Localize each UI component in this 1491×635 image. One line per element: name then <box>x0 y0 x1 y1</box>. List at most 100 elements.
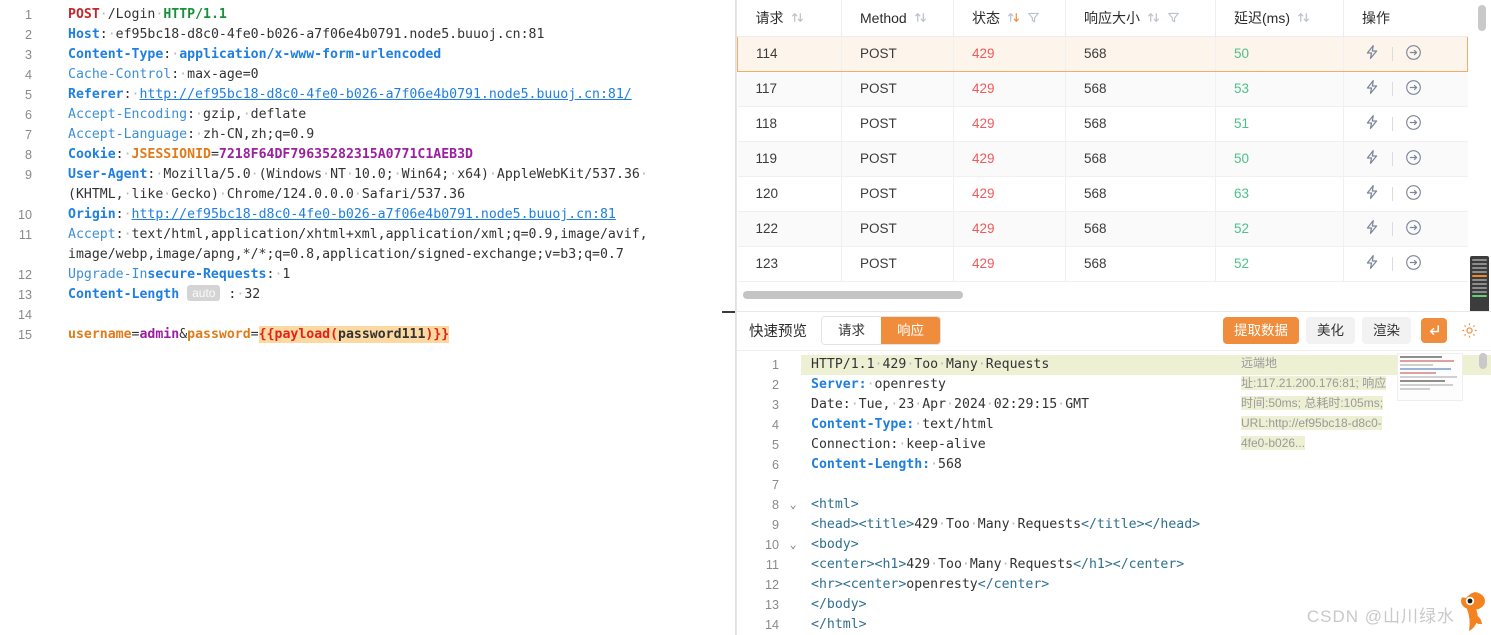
cell-latency[interactable]: 50 <box>1215 35 1344 72</box>
response-vertical-scrollbar[interactable] <box>1479 353 1487 370</box>
table-header-5[interactable]: 延迟(ms) <box>1215 0 1344 37</box>
response-line-content[interactable]: Content-Length:·568 <box>801 455 1491 475</box>
code-line[interactable]: 13 Content-Length auto :·32 <box>0 285 736 305</box>
cell-latency[interactable]: 53 <box>1215 71 1344 107</box>
lightning-icon[interactable] <box>1364 44 1380 63</box>
response-line[interactable]: 11 <center><h1>429·Too·Many·Requests</h1>… <box>737 555 1491 575</box>
code-line-content[interactable]: Cookie:·JSESSIONID=7218F64DF79635282315A… <box>44 145 736 165</box>
lightning-icon[interactable] <box>1364 149 1380 168</box>
cell-latency[interactable]: 51 <box>1215 106 1344 142</box>
cell-response-size[interactable]: 568 <box>1065 176 1216 212</box>
cell-status[interactable]: 429 <box>953 35 1066 72</box>
table-row[interactable]: 119 POST 429 568 50 <box>737 141 1468 177</box>
code-line-content[interactable]: Accept:·text/html,application/xhtml+xml,… <box>44 225 736 245</box>
code-line-content[interactable]: Cache-Control:·max-age=0 <box>44 65 736 85</box>
preview-tab-1[interactable]: 请求 <box>822 317 881 345</box>
code-line-content[interactable]: Content-Type:·application/x-www-form-url… <box>44 45 736 65</box>
response-line-content[interactable]: <center><h1>429·Too·Many·Requests</h1></… <box>801 555 1491 575</box>
response-line-content[interactable]: <hr><center>openresty</center> <box>801 575 1491 595</box>
response-viewer[interactable]: 1 HTTP/1.1·429·Too·Many·Requests 2 Server:·… <box>737 351 1491 635</box>
filter-icon[interactable] <box>1027 11 1040 24</box>
filter-icon[interactable] <box>1167 11 1180 24</box>
table-header-6[interactable]: 操作 <box>1343 0 1468 37</box>
code-line[interactable]: 11 Accept:·text/html,application/xhtml+xm… <box>0 225 736 245</box>
cell-status[interactable]: 429 <box>953 211 1066 247</box>
request-list-table-container[interactable]: 请求 Method 状态 响应大小 延迟(ms) 操作 114 POST 429 568 50 11… <box>737 0 1491 312</box>
send-arrow-icon[interactable] <box>1405 219 1422 239</box>
sort-toggle-icon[interactable] <box>791 11 804 24</box>
response-line-content[interactable]: </html> <box>801 615 1491 635</box>
cell-method[interactable]: POST <box>841 211 954 247</box>
send-arrow-icon[interactable] <box>1405 44 1422 64</box>
cell-latency[interactable]: 52 <box>1215 246 1344 282</box>
code-line-content[interactable]: Host:·ef95bc18-d8c0-4fe0-b026-a7f06e4b07… <box>44 25 736 45</box>
fold-chevron-down-icon[interactable]: ⌄ <box>785 495 801 515</box>
table-row[interactable]: 122 POST 429 568 52 <box>737 211 1468 247</box>
response-line[interactable]: 14 </html> <box>737 615 1491 635</box>
cell-status[interactable]: 429 <box>953 176 1066 212</box>
gear-icon[interactable] <box>1457 319 1481 343</box>
send-arrow-icon[interactable] <box>1405 79 1422 99</box>
code-line-content[interactable]: POST·/Login·HTTP/1.1 <box>44 5 736 25</box>
code-line-content[interactable]: Origin:·http://ef95bc18-d8c0-4fe0-b026-a… <box>44 205 736 225</box>
code-line-content[interactable]: Content-Length auto :·32 <box>44 285 736 305</box>
lightning-icon[interactable] <box>1364 219 1380 238</box>
toolbar-action-group[interactable]: 提取数据 美化 渲染 <box>1223 317 1411 345</box>
sort-toggle-icon[interactable] <box>1297 11 1310 24</box>
response-line[interactable]: 6 Content-Length:·568 <box>737 455 1491 475</box>
toolbar-action-1[interactable]: 提取数据 <box>1223 317 1299 345</box>
code-line[interactable]: 9 User-Agent:·Mozilla/5.0·(Windows·NT·10.… <box>0 165 736 185</box>
table-header-4[interactable]: 响应大小 <box>1065 0 1216 37</box>
toolbar-action-3[interactable]: 渲染 <box>1362 317 1411 345</box>
table-vertical-scrollbar[interactable] <box>1478 5 1486 31</box>
cell-response-size[interactable]: 568 <box>1065 246 1216 282</box>
cell-request-id[interactable]: 122 <box>737 211 842 247</box>
cell-latency[interactable]: 50 <box>1215 141 1344 177</box>
response-render-thumbnail[interactable] <box>1397 353 1463 402</box>
code-line-content[interactable]: User-Agent:·Mozilla/5.0·(Windows·NT·10.0… <box>44 165 736 185</box>
table-body[interactable]: 114 POST 429 568 50 117 POST 429 568 53 118 POST 429… <box>737 35 1468 282</box>
code-line[interactable]: 6 Accept-Encoding:·gzip,·deflate <box>0 105 736 125</box>
code-line-content[interactable]: Referer:·http://ef95bc18-d8c0-4fe0-b026-… <box>44 85 736 105</box>
table-header-1[interactable]: 请求 <box>737 0 842 37</box>
cell-response-size[interactable]: 568 <box>1065 71 1216 107</box>
send-arrow-icon[interactable] <box>1405 149 1422 169</box>
cell-request-id[interactable]: 123 <box>737 246 842 282</box>
response-line[interactable]: 13 </body> <box>737 595 1491 615</box>
payload-variable[interactable]: {{payload(password111)}} <box>258 326 450 343</box>
response-line[interactable]: 8 ⌄ <html> <box>737 495 1491 515</box>
preview-tab-group[interactable]: 请求 响应 <box>821 316 941 346</box>
sort-toggle-icon[interactable] <box>1147 11 1160 24</box>
code-line[interactable]: 15 username=admin&password={{payload(pass… <box>0 325 736 345</box>
table-row[interactable]: 123 POST 429 568 52 <box>737 246 1468 282</box>
cell-request-id[interactable]: 114 <box>737 35 842 72</box>
cell-method[interactable]: POST <box>841 106 954 142</box>
cell-request-id[interactable]: 119 <box>737 141 842 177</box>
code-line-content[interactable]: username=admin&password={{payload(passwo… <box>44 325 736 345</box>
sort-toggle-icon[interactable] <box>1007 11 1020 24</box>
cell-method[interactable]: POST <box>841 35 954 72</box>
code-line[interactable]: 7 Accept-Language:·zh-CN,zh;q=0.9 <box>0 125 736 145</box>
cell-request-id[interactable]: 118 <box>737 106 842 142</box>
code-line-content[interactable]: (KHTML,·like·Gecko)·Chrome/124.0.0.0·Saf… <box>44 185 736 205</box>
response-line[interactable]: 9 <head><title>429·Too·Many·Requests</tit… <box>737 515 1491 535</box>
response-line-content[interactable]: <html> <box>801 495 1491 515</box>
cell-method[interactable]: POST <box>841 176 954 212</box>
send-arrow-icon[interactable] <box>1405 254 1422 274</box>
word-wrap-icon[interactable] <box>1421 318 1447 344</box>
code-line-content[interactable]: Upgrade-Insecure-Requests:·1 <box>44 265 736 285</box>
code-line[interactable]: 10 Origin:·http://ef95bc18-d8c0-4fe0-b026… <box>0 205 736 225</box>
lightning-icon[interactable] <box>1364 184 1380 203</box>
response-line-content[interactable]: <body> <box>801 535 1491 555</box>
sort-toggle-icon[interactable] <box>914 11 927 24</box>
cell-status[interactable]: 429 <box>953 141 1066 177</box>
panel-resize-handle[interactable] <box>722 311 736 313</box>
code-line[interactable]: 3 Content-Type:·application/x-www-form-ur… <box>0 45 736 65</box>
cell-response-size[interactable]: 568 <box>1065 35 1216 72</box>
code-line[interactable]: (KHTML,·like·Gecko)·Chrome/124.0.0.0·Saf… <box>0 185 736 205</box>
cell-method[interactable]: POST <box>841 71 954 107</box>
cell-response-size[interactable]: 568 <box>1065 141 1216 177</box>
code-line[interactable]: image/webp,image/apng,*/*;q=0.8,applicat… <box>0 245 736 265</box>
preview-tab-2[interactable]: 响应 <box>881 317 940 345</box>
send-arrow-icon[interactable] <box>1405 114 1422 134</box>
